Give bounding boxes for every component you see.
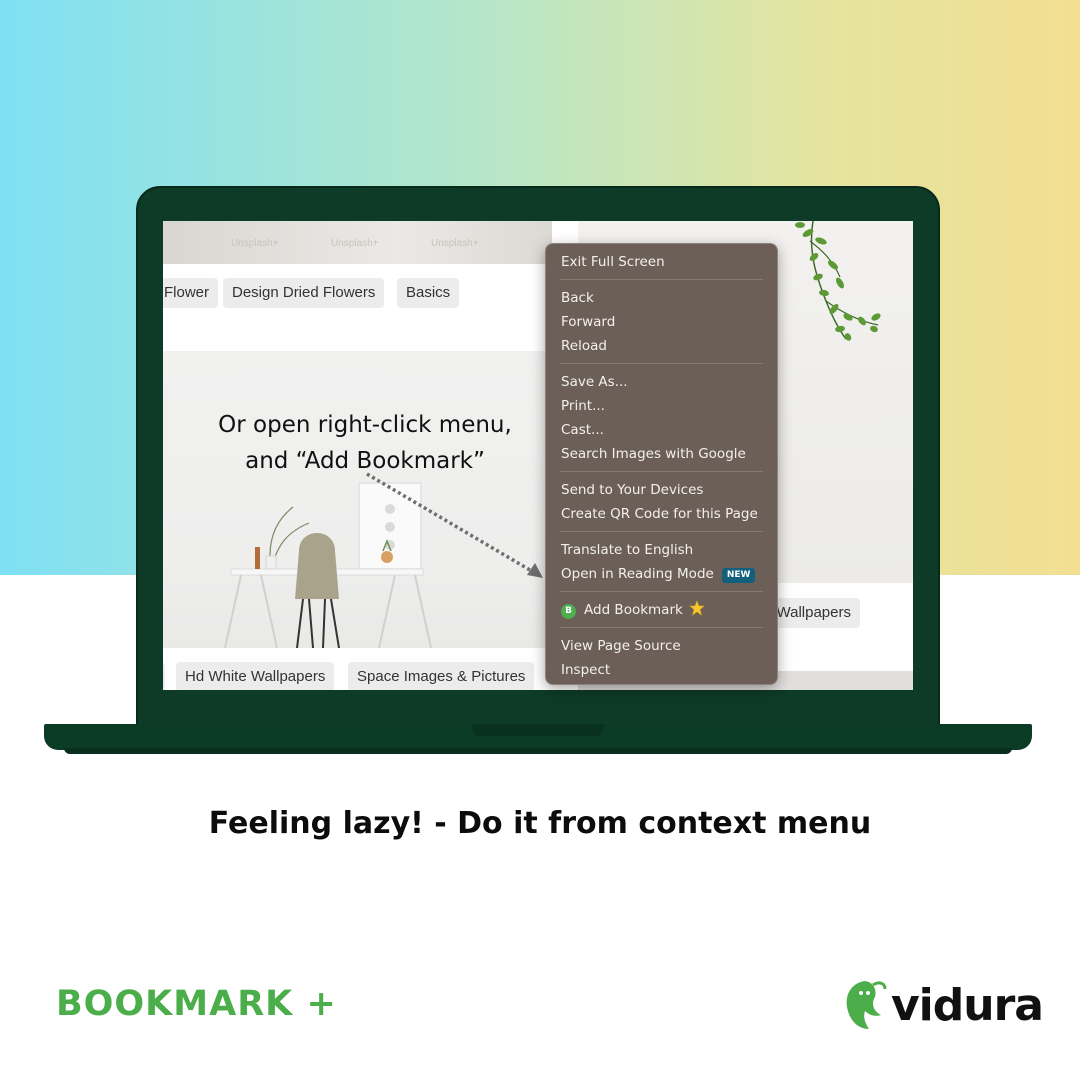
annotation-line-2: and “Add Bookmark” xyxy=(245,448,485,474)
ghost-label: Unsplash+ xyxy=(431,238,479,249)
brand-title: BOOKMARK + xyxy=(56,984,337,1024)
vidura-logo: vidura xyxy=(843,975,1044,1035)
context-menu: Exit Full Screen Back Forward Reload Sav… xyxy=(545,243,778,685)
laptop-screen: Unsplash+ Unsplash+ Unsplash+ Flower Des… xyxy=(163,221,913,690)
menu-item-reload[interactable]: Reload xyxy=(546,334,777,358)
logo-text: vidura xyxy=(891,979,1044,1031)
menu-item-inspect[interactable]: Inspect xyxy=(546,658,777,682)
menu-item-translate[interactable]: Translate to English xyxy=(546,538,777,562)
tag-chip-partial[interactable] xyxy=(163,662,165,690)
menu-item-forward[interactable]: Forward xyxy=(546,310,777,334)
menu-item-exit-full-screen[interactable]: Exit Full Screen xyxy=(546,250,777,274)
menu-item-view-source[interactable]: View Page Source xyxy=(546,634,777,658)
annotation-line-1: Or open right-click menu, xyxy=(218,412,512,438)
menu-separator xyxy=(560,591,763,592)
reading-mode-label: Open in Reading Mode xyxy=(561,566,714,582)
menu-item-cast[interactable]: Cast... xyxy=(546,418,777,442)
tag-chip[interactable]: Flower xyxy=(163,278,219,308)
menu-item-send-to-devices[interactable]: Send to Your Devices xyxy=(546,478,777,502)
menu-item-back[interactable]: Back xyxy=(546,286,777,310)
menu-separator xyxy=(560,363,763,364)
menu-separator xyxy=(560,531,763,532)
annotation-text: Or open right-click menu, and “Add Bookm… xyxy=(163,407,567,479)
tag-chip[interactable]: Hd White Wallpapers xyxy=(176,662,335,690)
menu-item-reading-mode[interactable]: Open in Reading Mode NEW xyxy=(546,562,777,586)
menu-item-print[interactable]: Print... xyxy=(546,394,777,418)
menu-item-add-bookmark[interactable]: B Add Bookmark xyxy=(546,598,777,622)
laptop-notch xyxy=(472,724,604,736)
sloth-icon xyxy=(846,981,887,1029)
menu-item-create-qr-code[interactable]: Create QR Code for this Page xyxy=(546,502,777,526)
tag-chip[interactable]: Basics xyxy=(397,278,460,308)
star-icon xyxy=(689,600,705,616)
new-badge: NEW xyxy=(721,568,756,583)
tag-chip[interactable]: Design Dried Flowers xyxy=(223,278,385,308)
menu-separator xyxy=(560,279,763,280)
ghost-label: Unsplash+ xyxy=(231,238,279,249)
desk-scene-icon xyxy=(224,472,543,649)
caption-text: Feeling lazy! - Do it from context menu xyxy=(208,806,872,841)
top-image-strip: Unsplash+ Unsplash+ Unsplash+ xyxy=(163,221,552,264)
menu-separator xyxy=(560,627,763,628)
bookmark-plus-icon: B xyxy=(561,604,576,619)
laptop-base-shadow xyxy=(64,748,1012,754)
ghost-label: Unsplash+ xyxy=(331,238,379,249)
tag-chip[interactable]: Space Images & Pictures xyxy=(348,662,535,690)
menu-separator xyxy=(560,471,763,472)
menu-item-save-as[interactable]: Save As... xyxy=(546,370,777,394)
desk-photo[interactable] xyxy=(163,351,552,649)
menu-item-search-images[interactable]: Search Images with Google xyxy=(546,442,777,466)
add-bookmark-label: Add Bookmark xyxy=(584,602,683,618)
